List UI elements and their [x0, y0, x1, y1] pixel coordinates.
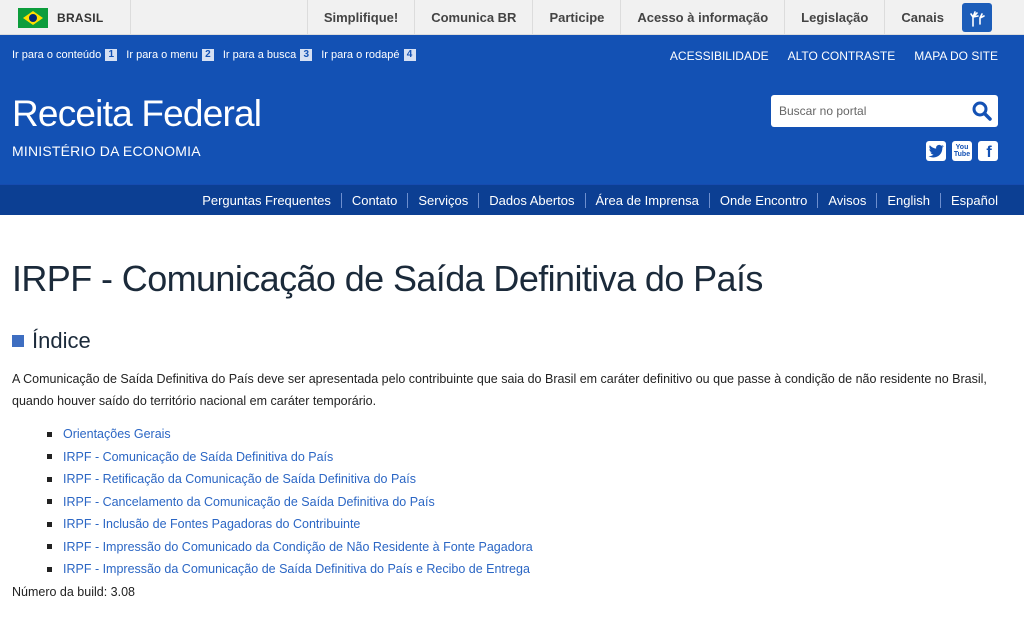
link-orientacoes-gerais[interactable]: Orientações Gerais: [63, 427, 171, 441]
link-impressao-comunicado[interactable]: IRPF - Impressão do Comunicado da Condiç…: [63, 540, 533, 554]
list-item: IRPF - Impressão da Comunicação de Saída…: [47, 558, 533, 581]
bullet-icon: [47, 454, 52, 460]
search-input[interactable]: [771, 96, 961, 126]
skip-to-menu-label: Ir para o menu: [126, 49, 198, 61]
top-right-links: ACESSIBILIDADE ALTO CONTRASTE MAPA DO SI…: [651, 49, 998, 63]
list-item: Orientações Gerais: [47, 423, 533, 446]
bullet-icon: [47, 499, 52, 505]
accessibility-shortcuts: Ir para o conteúdo 1 Ir para o menu 2 Ir…: [12, 49, 425, 61]
shortcut-key-badge: 4: [403, 49, 416, 61]
link-impressao-recibo[interactable]: IRPF - Impressão da Comunicação de Saída…: [63, 562, 530, 576]
accessibility-link[interactable]: ACESSIBILIDADE: [670, 49, 769, 63]
bullet-icon: [47, 566, 52, 572]
service-links-list: Orientações Gerais IRPF - Comunicação de…: [47, 423, 533, 581]
list-item: IRPF - Comunicação de Saída Definitiva d…: [47, 446, 533, 469]
link-retificacao[interactable]: IRPF - Retificação da Comunicação de Saí…: [63, 472, 416, 486]
list-item: IRPF - Inclusão de Fontes Pagadoras do C…: [47, 513, 533, 536]
bullet-icon: [47, 521, 52, 527]
government-bar: BRASIL Simplifique! Comunica BR Particip…: [0, 0, 1024, 35]
gov-link-comunica-br[interactable]: Comunica BR: [414, 0, 532, 35]
hands-sign-language-icon[interactable]: [962, 3, 992, 32]
shortcut-key-badge: 3: [300, 49, 313, 61]
bullet-icon: [47, 476, 52, 482]
link-comunicacao-saida[interactable]: IRPF - Comunicação de Saída Definitiva d…: [63, 450, 333, 464]
index-heading: Índice: [12, 328, 91, 354]
square-bullet-icon: [12, 335, 24, 347]
shortcut-key-badge: 2: [201, 49, 214, 61]
skip-to-menu-link[interactable]: Ir para o menu 2: [126, 49, 214, 61]
list-item: IRPF - Retificação da Comunicação de Saí…: [47, 468, 533, 491]
search-icon[interactable]: [970, 99, 994, 123]
main-nav: Perguntas Frequentes Contato Serviços Da…: [0, 184, 1024, 215]
link-inclusao-fontes-pagadoras[interactable]: IRPF - Inclusão de Fontes Pagadoras do C…: [63, 517, 360, 531]
skip-to-footer-label: Ir para o rodapé: [321, 49, 400, 61]
site-header: Ir para o conteúdo 1 Ir para o menu 2 Ir…: [0, 35, 1024, 184]
gov-link-legislacao[interactable]: Legislação: [784, 0, 884, 35]
page-title: IRPF - Comunicação de Saída Definitiva d…: [12, 258, 763, 299]
search-box: [771, 95, 998, 127]
index-heading-label: Índice: [32, 328, 91, 353]
skip-to-search-link[interactable]: Ir para a busca 3: [222, 49, 313, 61]
nav-item-espanol[interactable]: Español: [940, 193, 998, 208]
nav-item-servicos[interactable]: Serviços: [407, 193, 478, 208]
high-contrast-link[interactable]: ALTO CONTRASTE: [788, 49, 896, 63]
nav-item-dados-abertos[interactable]: Dados Abertos: [478, 193, 584, 208]
bullet-icon: [47, 544, 52, 550]
nav-item-onde-encontro[interactable]: Onde Encontro: [708, 193, 817, 208]
intro-paragraph: A Comunicação de Saída Definitiva do Paí…: [12, 372, 987, 408]
twitter-icon[interactable]: [926, 141, 946, 161]
list-item: IRPF - Cancelamento da Comunicação de Sa…: [47, 491, 533, 514]
nav-item-area-de-imprensa[interactable]: Área de Imprensa: [584, 193, 709, 208]
skip-to-content-link[interactable]: Ir para o conteúdo 1: [12, 49, 118, 61]
skip-to-content-label: Ir para o conteúdo: [12, 49, 102, 61]
brasil-label: BRASIL: [57, 10, 104, 25]
nav-item-english[interactable]: English: [876, 193, 940, 208]
skip-to-footer-link[interactable]: Ir para o rodapé 4: [321, 49, 416, 61]
shortcut-key-badge: 1: [105, 49, 118, 61]
brazil-flag-icon: [18, 7, 48, 28]
brasil-link[interactable]: BRASIL: [0, 0, 131, 35]
site-title[interactable]: Receita Federal: [12, 93, 262, 135]
site-map-link[interactable]: MAPA DO SITE: [914, 49, 998, 63]
gov-links: Simplifique! Comunica BR Participe Acess…: [306, 0, 992, 35]
nav-item-perguntas-frequentes[interactable]: Perguntas Frequentes: [192, 193, 341, 208]
facebook-icon-glyph: f: [986, 144, 992, 161]
link-cancelamento[interactable]: IRPF - Cancelamento da Comunicação de Sa…: [63, 495, 435, 509]
skip-to-search-label: Ir para a busca: [222, 49, 297, 61]
nav-item-contato[interactable]: Contato: [340, 193, 408, 208]
build-number: Número da build: 3.08: [12, 585, 135, 599]
youtube-icon[interactable]: You Tube: [952, 141, 972, 161]
bullet-icon: [47, 431, 52, 437]
gov-link-simplifique[interactable]: Simplifique!: [306, 0, 414, 35]
gov-link-acesso-informacao[interactable]: Acesso à informação: [620, 0, 784, 35]
youtube-icon-label: You Tube: [953, 144, 971, 158]
site-subtitle: MINISTÉRIO DA ECONOMIA: [12, 143, 201, 159]
gov-link-participe[interactable]: Participe: [532, 0, 620, 35]
nav-item-avisos[interactable]: Avisos: [817, 193, 876, 208]
facebook-icon[interactable]: f: [978, 141, 998, 161]
social-links: You Tube f: [920, 141, 998, 161]
list-item: IRPF - Impressão do Comunicado da Condiç…: [47, 536, 533, 559]
